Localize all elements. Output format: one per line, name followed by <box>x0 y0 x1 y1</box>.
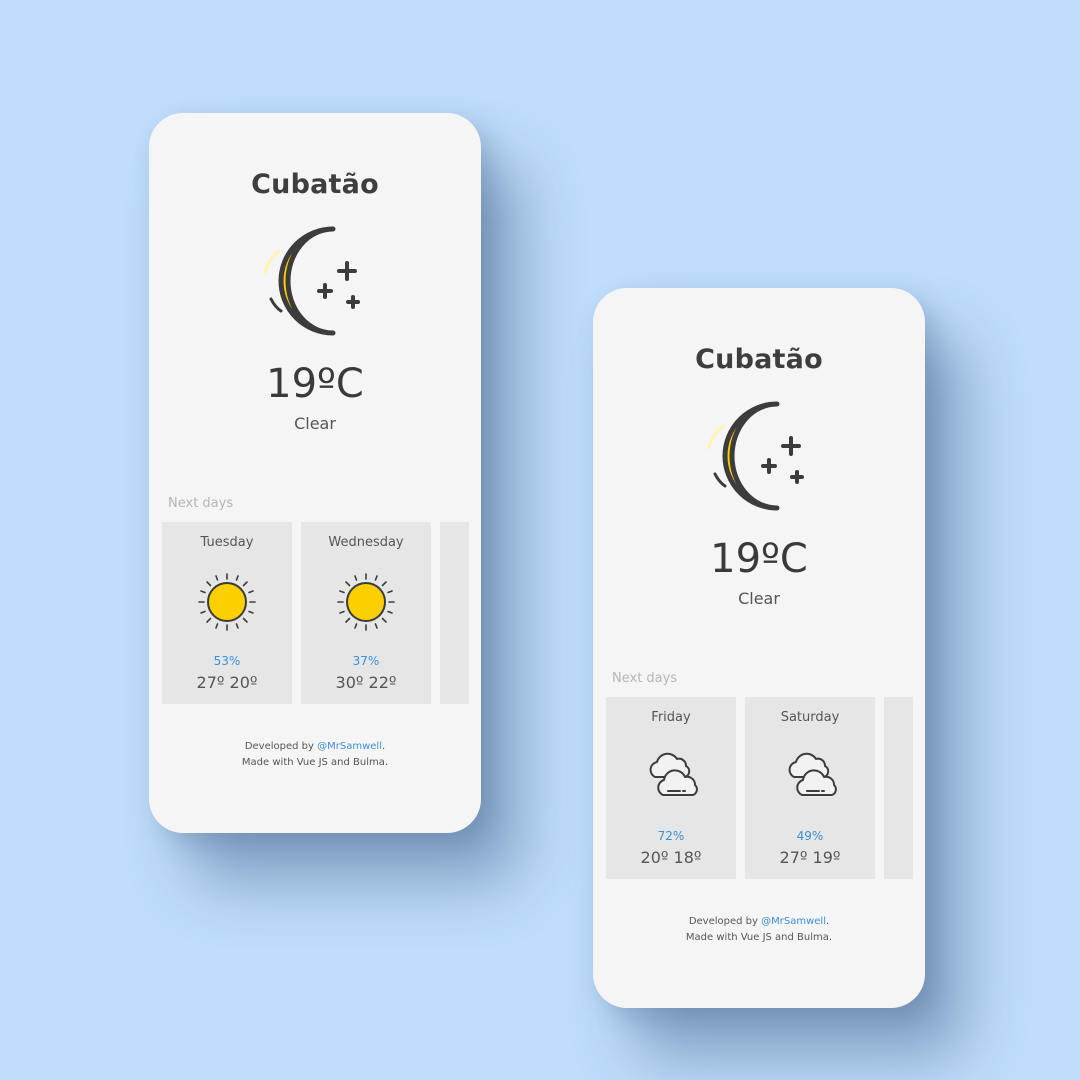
next-days-label: Next days <box>612 671 678 686</box>
forecast-max: 27º <box>196 673 225 692</box>
forecast-humidity: 72% <box>657 829 685 843</box>
footer: Developed by @MrSamwell. Made with Vue J… <box>593 914 925 946</box>
author-link[interactable]: @MrSamwell <box>317 741 382 752</box>
forecast-humidity: 53% <box>213 654 241 668</box>
forecast-card[interactable]: Friday 72% 20º 18º <box>606 697 736 879</box>
forecast-day: Saturday <box>780 710 840 725</box>
current-condition: Clear <box>294 414 336 433</box>
city-name: Cubatão <box>251 169 379 200</box>
sun-icon <box>198 573 256 631</box>
forecast-temperatures: 27º 20º <box>162 673 292 692</box>
cloud-icon <box>649 752 698 796</box>
city-name: Cubatão <box>695 344 823 375</box>
current-temperature: 19ºC <box>266 361 364 407</box>
footer-credit: Developed by @MrSamwell. <box>593 914 925 930</box>
footer-credit: Developed by @MrSamwell. <box>149 739 481 755</box>
footer-made-with: Made with Vue JS and Bulma. <box>241 757 389 768</box>
forecast-min: 18º <box>673 848 702 867</box>
next-days-label: Next days <box>168 496 234 511</box>
sun-icon <box>337 573 395 631</box>
forecast-card[interactable]: Wednesday 37% 30º 22º <box>301 522 431 704</box>
current-temperature: 19ºC <box>710 536 808 582</box>
forecast-card[interactable]: Tuesday 53% 27º 20º <box>162 522 292 704</box>
moon-stars-icon <box>707 401 804 511</box>
footer: Developed by @MrSamwell. Made with Vue J… <box>149 739 481 771</box>
forecast-min: 20º <box>229 673 258 692</box>
footer-made-with: Made with Vue JS and Bulma. <box>685 932 833 943</box>
forecast-humidity: 37% <box>352 654 380 668</box>
forecast-temperatures: 20º 18º <box>606 848 736 867</box>
weather-screen-left: Cubatão 19ºC Clear Next days Tuesday 53% <box>149 113 481 833</box>
cloud-icon <box>788 752 837 796</box>
forecast-max: 30º <box>335 673 364 692</box>
forecast-card-partial[interactable] <box>440 522 469 704</box>
moon-stars-icon <box>263 226 360 336</box>
weather-screen-right: Cubatão 19ºC Clear Next days Friday 72% … <box>593 288 925 1008</box>
author-link[interactable]: @MrSamwell <box>761 916 826 927</box>
forecast-temperatures: 30º 22º <box>301 673 431 692</box>
forecast-day: Tuesday <box>200 535 254 550</box>
forecast-min: 22º <box>368 673 397 692</box>
footer-developed-by: Developed by <box>244 741 314 752</box>
forecast-humidity: 49% <box>796 829 824 843</box>
forecast-max: 20º <box>640 848 669 867</box>
footer-period: . <box>381 741 386 752</box>
forecast-card-partial[interactable] <box>884 697 913 879</box>
footer-period: . <box>825 916 830 927</box>
forecast-day: Friday <box>651 710 691 725</box>
forecast-temperatures: 27º 19º <box>745 848 875 867</box>
forecast-day: Wednesday <box>328 535 404 550</box>
forecast-max: 27º <box>779 848 808 867</box>
forecast-min: 19º <box>812 848 841 867</box>
current-condition: Clear <box>738 589 780 608</box>
footer-developed-by: Developed by <box>688 916 758 927</box>
forecast-card[interactable]: Saturday 49% 27º 19º <box>745 697 875 879</box>
